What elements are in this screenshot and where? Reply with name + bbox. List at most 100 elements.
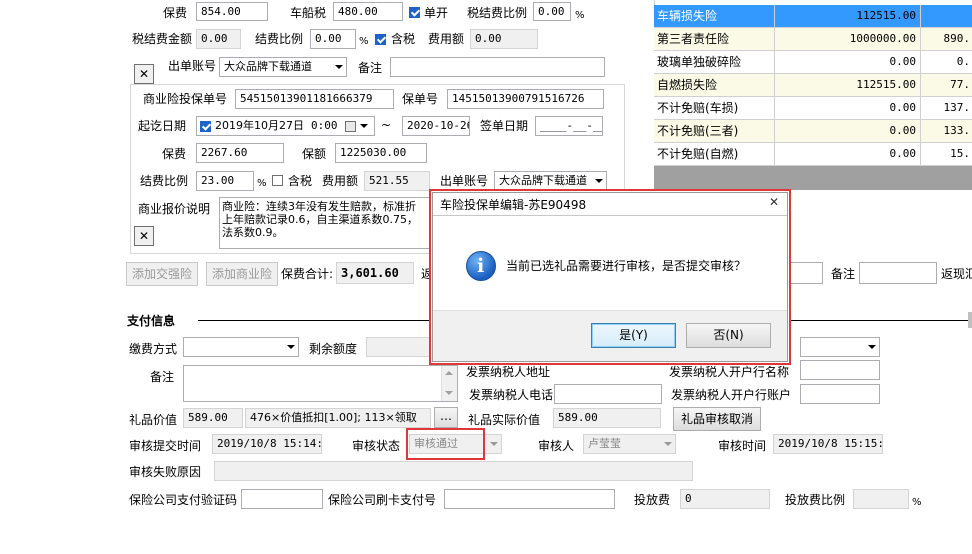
rebate-label: 返现汇 [941,267,972,281]
total-label: 保费合计: [281,267,334,281]
quote-description-textarea[interactable]: 商业险：连续3年没有发生赔款，标准折 上年赔款记录0.6，自主渠道系数0.75，… [219,197,437,249]
end-date-field[interactable]: 2020-10-26 [402,116,470,136]
commercial-premium-field[interactable]: 2267.60 [196,143,284,163]
action-remark-label: 备注 [831,267,856,281]
close-icon[interactable]: ✕ [769,195,779,209]
invoice-phone-field[interactable] [554,384,662,404]
table-row[interactable]: 第三者责任险 1000000.00 890. [654,28,972,51]
fail-reason-label: 审核失败原因 [129,465,202,479]
calendar-icon[interactable] [345,121,356,132]
fee-field: 0.00 [470,29,538,49]
table-row[interactable]: 不计免赔(车损) 0.00 137. [654,97,972,120]
gift-actual-field: 589.00 [553,408,661,428]
reviewer-label: 审核人 [538,439,575,453]
coverage-name: 不计免赔(三者) [654,120,775,142]
commercial-account-select[interactable]: 大众品牌下载通道 [494,171,607,191]
invoice-bank-name-field[interactable] [800,360,880,380]
coverage-name: 玻璃单独破碎险 [654,51,775,73]
table-row[interactable]: 玻璃单独破碎险 0.00 0. [654,51,972,74]
verify-code-label: 保险公司支付验证码 [129,493,238,507]
remaining-field [366,337,436,357]
gift-formula-field: 476×价值抵扣[1.00]; 113×领取 [245,408,431,428]
commercial-account-value: 大众品牌下载通道 [499,174,587,187]
invoice-phone-label: 发票纳税人电话 [469,388,554,402]
verify-code-field[interactable] [241,489,323,509]
reviewer-select[interactable]: 卢莹莹 [583,434,676,454]
action-remark-field[interactable] [859,262,937,284]
tax-included-checkbox[interactable] [375,34,386,45]
scroll-down-icon[interactable] [445,391,453,395]
dialog-titlebar[interactable]: 车险投保单编辑-苏E90498 ✕ [433,193,787,216]
percent-sign: % [912,497,922,508]
invoice-account-label: 发票纳税人开户行账户 [671,388,792,402]
invoice-account-field[interactable] [800,384,880,404]
tax-included-label: 含税 [391,32,416,46]
quote-description-label: 商业报价说明 [138,202,211,216]
period-label: 起讫日期 [138,119,187,133]
review-status-highlight [406,428,485,460]
start-date-picker[interactable]: 2019年10月27日 0:00 [196,116,375,136]
coverage-amount: 112515.00 [775,74,921,96]
single-tax-checkbox[interactable] [409,7,420,18]
coverage-amount: 0.00 [775,97,921,119]
hidden-field[interactable] [790,262,823,284]
release-fee-label: 投放费 [634,493,671,507]
proposal-number-label: 商业险投保单号 [143,92,228,106]
table-row[interactable]: 不计免赔(自燃) 0.00 15. [654,143,972,166]
invoice-bank-select[interactable] [800,337,880,357]
chevron-down-icon [287,345,295,349]
percent-sign: % [575,10,585,21]
commercial-tax-included-checkbox[interactable] [272,175,283,186]
no-button[interactable]: 否(N) [686,323,771,348]
gift-cancel-review-button[interactable]: 礼品审核取消 [673,407,761,431]
quote-line-3: 法系数0.9。 [222,226,284,239]
release-fee-field: 0 [680,489,770,509]
insured-amount-label: 保额 [302,147,327,161]
coverage-name: 不计免赔(自燃) [654,143,775,165]
table-row[interactable]: 车辆损失险 112515.00 [654,5,972,28]
add-compulsory-button[interactable]: 添加交强险 [126,262,198,286]
coverage-name: 第三者责任险 [654,28,775,50]
release-ratio-label: 投放费比例 [785,493,846,507]
account-select[interactable]: 大众品牌下载通道 [219,57,347,77]
commercial-settle-ratio-field[interactable]: 23.00 [196,171,254,191]
pay-method-label: 缴费方式 [129,342,178,356]
yes-button[interactable]: 是(Y) [591,323,676,348]
tax-ratio-field[interactable]: 0.00 [533,2,571,21]
policy-number-field[interactable]: 14515013900791516726 [447,89,604,109]
scroll-up-icon[interactable] [445,371,453,375]
quote-line-2: 上年赔款记录0.6，自主渠道系数0.75， [222,213,418,226]
sign-date-field[interactable]: ____-__-__ [535,116,603,136]
submit-time-label: 审核提交时间 [129,439,202,453]
proposal-number-field[interactable]: 545150139011816663​79 [235,89,394,109]
review-time-field: 2019/10/8 15:15:4 [773,434,883,454]
payment-remark-textarea[interactable] [183,365,458,402]
add-commercial-button[interactable]: 添加商业险 [206,262,278,286]
table-row[interactable]: 不计免赔(三者) 0.00 133. [654,120,972,143]
card-pay-number-field[interactable] [444,489,615,509]
table-row-header-column [633,0,655,190]
dialog-title: 车险投保单编辑-苏E90498 [440,198,587,212]
start-date-checkbox[interactable] [200,121,211,132]
table-row[interactable]: 自燃损失险 112515.00 77. [654,74,972,97]
textarea-scrollbar[interactable] [441,366,457,401]
premium-label: 保费 [163,6,188,20]
percent-sign: % [257,178,267,189]
tax-amount-field: 0.00 [196,29,241,49]
pay-method-select[interactable] [183,337,299,357]
invoice-bank-label: 发票纳税人开户行名称 [669,365,790,379]
gift-more-button[interactable]: … [434,407,458,428]
remove-commercial-button[interactable]: ✕ [134,226,154,246]
settle-ratio-field[interactable]: 0.00 [310,29,356,49]
remove-compulsory-button[interactable]: ✕ [134,64,154,84]
insured-amount-field[interactable]: 1225030.00 [335,143,427,163]
tax-ratio-label: 税结费比例 [467,6,528,20]
chevron-down-icon [335,65,343,69]
remark-field[interactable] [390,57,605,77]
coverage-amount: 1000000.00 [775,28,921,50]
premium-field[interactable]: 854.00 [196,2,268,21]
chevron-down-icon [868,345,876,349]
start-date-value: 2019年10月27日 [215,119,304,132]
splitter-handle[interactable] [968,312,972,328]
vehicle-tax-field[interactable]: 480.00 [333,2,403,21]
